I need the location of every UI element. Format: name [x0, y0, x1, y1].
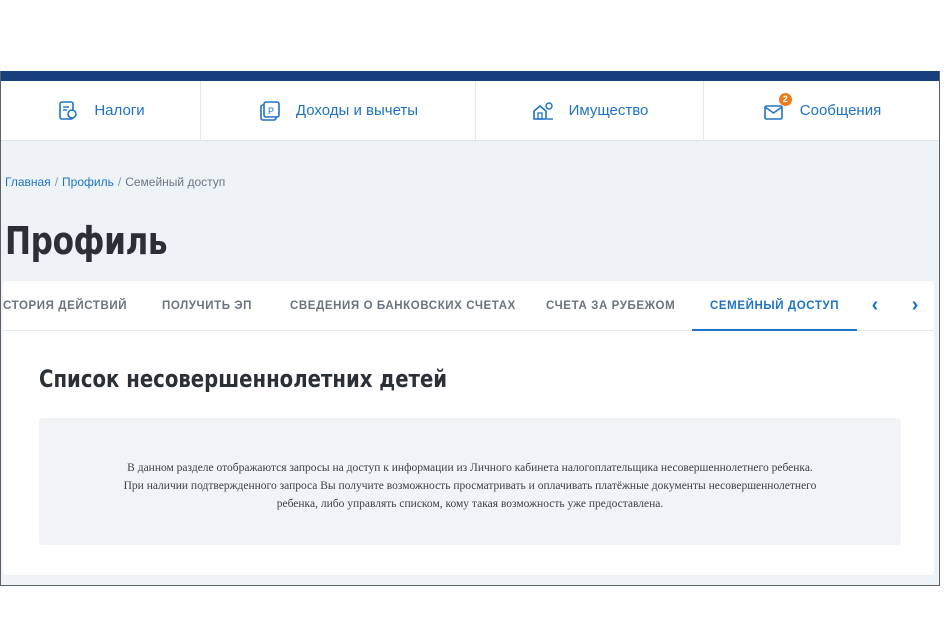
chevron-left-icon[interactable]: ‹	[865, 295, 885, 315]
tax-document-icon	[56, 99, 80, 123]
tab-bank-accounts[interactable]: сведения о банковских счетах	[290, 281, 516, 331]
info-text-line: В данном разделе отображаются запросы на…	[127, 462, 813, 474]
breadcrumb-profile-link[interactable]: Профиль	[62, 175, 114, 189]
income-deduction-icon: P	[258, 99, 282, 123]
app-window: Налоги P Доходы и вычеты Имущество 2 Соо…	[0, 71, 940, 586]
nav-label-taxes: Налоги	[94, 102, 145, 119]
tab-action-history[interactable]: стория действий	[3, 281, 127, 331]
info-text-line: ребенка, либо управлять списком, кому та…	[276, 498, 664, 510]
info-text-line: При наличии подтвержденного запроса Вы п…	[123, 480, 817, 492]
nav-label-messages: Сообщения	[799, 102, 882, 119]
nav-label-income: Доходы и вычеты	[295, 102, 419, 119]
top-accent-bar	[1, 71, 939, 81]
svg-text:P: P	[268, 106, 274, 116]
nav-item-property[interactable]: Имущество	[476, 81, 704, 140]
breadcrumb-current: Семейный доступ	[125, 175, 226, 189]
profile-tabs: стория действий получить ЭП сведения о б…	[3, 281, 934, 331]
nav-label-property: Имущество	[568, 102, 649, 119]
page-title: Профиль	[5, 219, 168, 263]
nav-item-messages[interactable]: 2 Сообщения	[704, 81, 939, 140]
section-title: Список несовершеннолетних детей	[39, 365, 448, 393]
breadcrumb: Главная / Профиль / Семейный доступ	[5, 175, 225, 189]
property-icon	[531, 99, 555, 123]
breadcrumb-home-link[interactable]: Главная	[5, 175, 51, 189]
breadcrumb-separator: /	[54, 175, 59, 189]
messages-count-badge: 2	[778, 92, 792, 106]
envelope-icon: 2	[762, 92, 792, 123]
breadcrumb-separator: /	[117, 175, 122, 189]
nav-item-income[interactable]: P Доходы и вычеты	[201, 81, 476, 140]
tab-foreign-accounts[interactable]: счета за рубежом	[546, 281, 675, 331]
chevron-right-icon[interactable]: ›	[905, 295, 925, 315]
main-navigation: Налоги P Доходы и вычеты Имущество 2 Соо…	[1, 81, 939, 141]
nav-item-taxes[interactable]: Налоги	[1, 81, 201, 140]
tab-get-signature[interactable]: получить ЭП	[162, 281, 252, 331]
info-box: В данном разделе отображаются запросы на…	[39, 418, 901, 545]
profile-card: стория действий получить ЭП сведения о б…	[3, 281, 934, 575]
tab-family-access[interactable]: семейный доступ	[692, 281, 858, 331]
